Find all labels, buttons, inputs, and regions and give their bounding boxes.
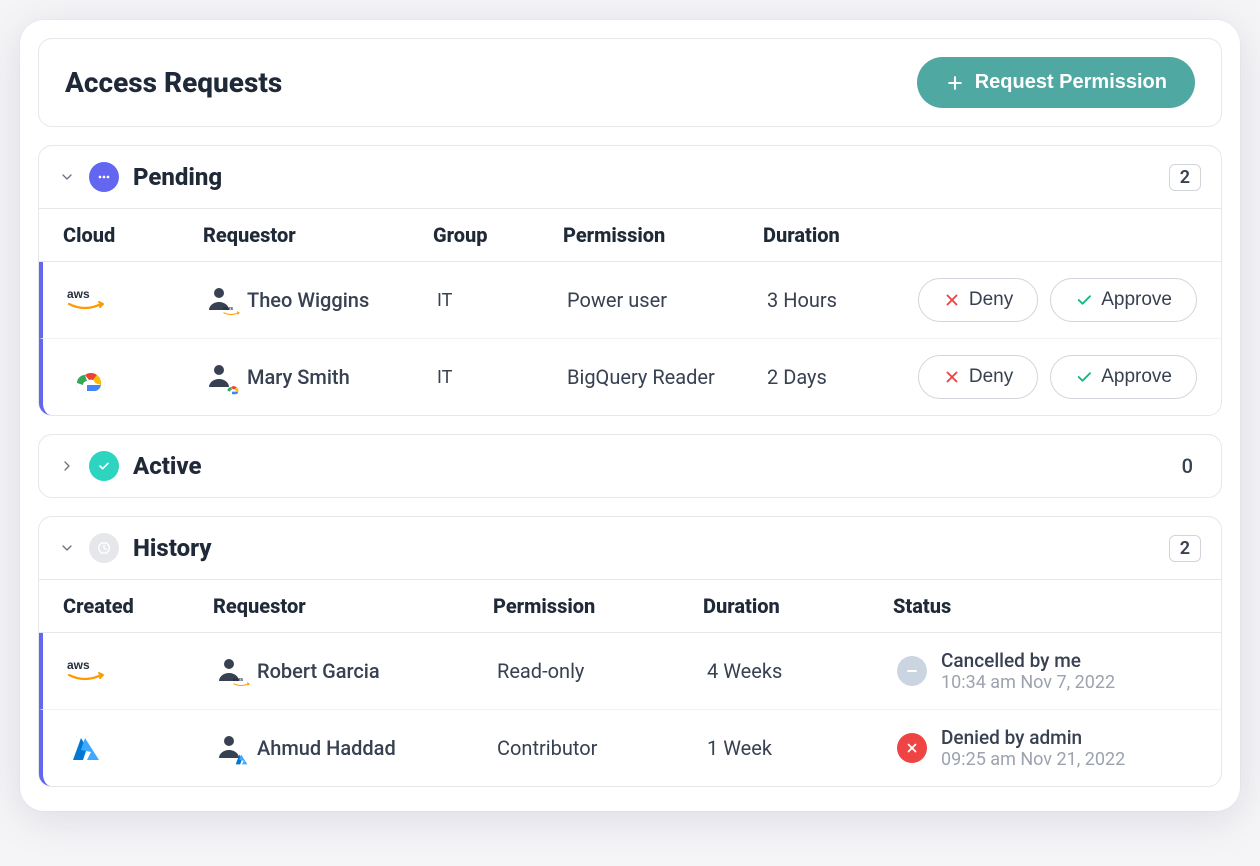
requestor-cell: Robert Garcia — [217, 657, 497, 685]
col-permission: Permission — [563, 223, 763, 247]
page-header: Access Requests Request Permission — [38, 38, 1222, 127]
chevron-down-icon — [59, 540, 75, 556]
chevron-right-icon — [59, 458, 75, 474]
group-cell: IT — [437, 367, 567, 388]
x-icon — [943, 291, 961, 309]
status-label: Cancelled by me — [941, 649, 1115, 672]
status-cell: Denied by admin 09:25 am Nov 21, 2022 — [897, 726, 1197, 770]
avatar — [217, 734, 245, 762]
avatar — [217, 657, 245, 685]
permission-cell: BigQuery Reader — [567, 365, 767, 389]
section-active-title: Active — [133, 452, 1168, 480]
active-count: 0 — [1182, 454, 1201, 478]
aws-icon — [67, 285, 107, 315]
chevron-down-icon — [59, 169, 75, 185]
section-pending: Pending 2 Cloud Requestor Group Permissi… — [38, 145, 1222, 416]
col-permission: Permission — [493, 594, 703, 618]
status-label: Denied by admin — [941, 726, 1125, 749]
col-duration: Duration — [703, 594, 893, 618]
check-icon — [1075, 291, 1093, 309]
col-duration: Duration — [763, 223, 913, 247]
cancelled-icon — [897, 656, 927, 686]
aws-badge-icon — [233, 675, 251, 689]
gcp-badge-icon — [223, 381, 241, 395]
requestor-name: Mary Smith — [247, 365, 350, 389]
approve-button[interactable]: Approve — [1050, 355, 1197, 399]
pending-status-icon — [89, 162, 119, 192]
pending-table: Cloud Requestor Group Permission Duratio… — [39, 208, 1221, 415]
azure-icon — [67, 733, 107, 763]
history-table: Created Requestor Permission Duration St… — [39, 579, 1221, 786]
section-active: Active 0 — [38, 434, 1222, 498]
gcp-icon — [67, 362, 107, 392]
requestor-name: Ahmud Haddad — [257, 736, 396, 760]
col-created: Created — [63, 594, 213, 618]
approve-button[interactable]: Approve — [1050, 278, 1197, 322]
col-cloud: Cloud — [63, 223, 203, 247]
col-status: Status — [893, 594, 1197, 618]
aws-icon — [67, 656, 107, 686]
requestor-cell: Ahmud Haddad — [217, 734, 497, 762]
page-title: Access Requests — [65, 66, 282, 99]
table-row: Theo Wiggins IT Power user 3 Hours Deny … — [39, 262, 1221, 339]
status-cell: Cancelled by me 10:34 am Nov 7, 2022 — [897, 649, 1197, 693]
permission-cell: Read-only — [497, 659, 707, 683]
pending-table-head: Cloud Requestor Group Permission Duratio… — [39, 208, 1221, 262]
section-history: History 2 Created Requestor Permission D… — [38, 516, 1222, 787]
denied-icon — [897, 733, 927, 763]
history-status-icon — [89, 533, 119, 563]
requestor-cell: Theo Wiggins — [207, 286, 437, 314]
permission-cell: Contributor — [497, 736, 707, 760]
duration-cell: 2 Days — [767, 365, 917, 389]
pending-count-badge: 2 — [1169, 164, 1201, 191]
section-active-header[interactable]: Active 0 — [39, 435, 1221, 497]
permission-cell: Power user — [567, 288, 767, 312]
access-requests-card: Access Requests Request Permission Pendi… — [20, 20, 1240, 811]
table-row: Ahmud Haddad Contributor 1 Week Denied b… — [39, 710, 1221, 786]
aws-badge-icon — [223, 304, 241, 318]
requestor-cell: Mary Smith — [207, 363, 437, 391]
section-pending-header[interactable]: Pending 2 — [39, 146, 1221, 208]
status-time: 10:34 am Nov 7, 2022 — [941, 672, 1115, 693]
section-pending-title: Pending — [133, 163, 1155, 191]
x-icon — [943, 368, 961, 386]
avatar — [207, 363, 235, 391]
deny-button[interactable]: Deny — [918, 278, 1038, 322]
deny-button[interactable]: Deny — [918, 355, 1038, 399]
azure-badge-icon — [233, 752, 251, 766]
section-history-header[interactable]: History 2 — [39, 517, 1221, 579]
active-status-icon — [89, 451, 119, 481]
group-cell: IT — [437, 290, 567, 311]
section-history-title: History — [133, 534, 1155, 562]
table-row: Robert Garcia Read-only 4 Weeks Cancelle… — [39, 633, 1221, 710]
duration-cell: 1 Week — [707, 736, 897, 760]
duration-cell: 4 Weeks — [707, 659, 897, 683]
avatar — [207, 286, 235, 314]
col-group: Group — [433, 223, 563, 247]
col-requestor: Requestor — [203, 223, 433, 247]
requestor-name: Theo Wiggins — [247, 288, 369, 312]
duration-cell: 3 Hours — [767, 288, 917, 312]
col-requestor: Requestor — [213, 594, 493, 618]
table-row: Mary Smith IT BigQuery Reader 2 Days Den… — [39, 339, 1221, 415]
history-count-badge: 2 — [1169, 535, 1201, 562]
status-time: 09:25 am Nov 21, 2022 — [941, 749, 1125, 770]
plus-icon — [945, 73, 965, 93]
request-permission-button[interactable]: Request Permission — [917, 57, 1195, 108]
requestor-name: Robert Garcia — [257, 659, 380, 683]
request-permission-label: Request Permission — [975, 71, 1167, 94]
history-table-head: Created Requestor Permission Duration St… — [39, 579, 1221, 633]
check-icon — [1075, 368, 1093, 386]
